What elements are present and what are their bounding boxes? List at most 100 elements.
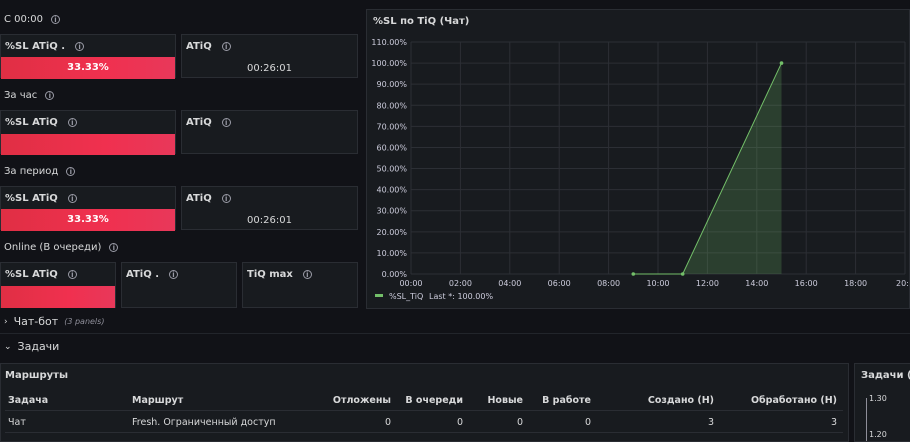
panel-title: %SL ATiQ . xyxy=(5,41,66,52)
tick-label: 1.20 xyxy=(869,430,887,439)
sl-progress-bar: 33.33% xyxy=(1,209,175,231)
col-header-task[interactable]: Задача xyxy=(8,395,48,406)
since-atiq-panel: ATiQ i 00:26:01 xyxy=(181,34,358,78)
chevron-right-icon: › xyxy=(4,316,8,327)
panel-title: %SL ATiQ xyxy=(5,269,58,280)
hour-atiq-panel: ATiQ i xyxy=(181,110,358,154)
data-point xyxy=(779,61,784,65)
section-since-label: С 00:00 xyxy=(4,14,43,25)
x-tick-label: 02:00 xyxy=(449,279,472,288)
cell-in-work: 0 xyxy=(584,417,591,428)
col-header-new[interactable]: Новые xyxy=(465,395,523,406)
y-tick-label: 60.00% xyxy=(376,143,407,152)
info-icon[interactable]: i xyxy=(67,270,77,279)
sl-progress-bar xyxy=(1,286,115,308)
sl-value: 33.33% xyxy=(67,214,109,225)
y-tick-label: 80.00% xyxy=(376,101,407,110)
y-tick-label: 70.00% xyxy=(376,122,407,131)
panel-title: %SL ATiQ xyxy=(5,117,58,128)
sl-tiq-chart[interactable]: 0.00% 10.00% 20.00% 30.00% 40.00% 50.00% 60.00… xyxy=(367,10,909,308)
x-tick-label: 12:00 xyxy=(696,279,719,288)
info-icon[interactable]: i xyxy=(302,270,312,279)
divider xyxy=(0,333,910,334)
info-icon[interactable]: i xyxy=(67,194,77,203)
tick-label: 1.30 xyxy=(869,394,887,403)
x-tick-label: 00:00 xyxy=(399,279,422,288)
x-tick-label: 08:00 xyxy=(597,279,620,288)
y-tick-label: 0.00% xyxy=(382,270,408,279)
since-sl-panel: %SL ATiQ . i 33.33% xyxy=(0,34,176,79)
x-tick-label: 16:00 xyxy=(795,279,818,288)
legend-last-value: Last *: 100.00% xyxy=(429,292,493,301)
routes-title: Маршруты xyxy=(5,370,68,381)
panel-title: ATiQ xyxy=(186,41,212,52)
panel-title: ATiQ xyxy=(186,193,212,204)
cell-queue: 0 xyxy=(456,417,463,428)
x-tick-label: 04:00 xyxy=(498,279,521,288)
info-icon[interactable]: i xyxy=(221,194,231,203)
info-icon[interactable]: i xyxy=(221,118,231,127)
table-row-divider xyxy=(5,432,843,433)
tasks-chat-panel: Задачи (Ча 1.30 1.20 xyxy=(854,363,910,442)
y-tick-label: 100.00% xyxy=(371,59,407,68)
y-tick-label: 110.00% xyxy=(371,38,407,47)
y-tick-label: 30.00% xyxy=(376,207,407,216)
x-tick-label: 18:00 xyxy=(844,279,867,288)
chevron-down-icon: ⌄ xyxy=(4,341,12,352)
cell-processed: 3 xyxy=(830,417,837,428)
panel-title: TiQ max xyxy=(247,269,293,280)
info-icon[interactable]: i xyxy=(50,15,60,24)
row-tasks[interactable]: ⌄ Задачи xyxy=(4,340,59,353)
info-icon[interactable]: i xyxy=(169,270,178,279)
online-atiq-panel: ATiQ . i xyxy=(121,262,237,308)
y-tick-label: 20.00% xyxy=(376,228,407,237)
col-header-route[interactable]: Маршрут xyxy=(132,395,183,406)
panel-title: %SL ATiQ xyxy=(5,193,58,204)
col-header-processed[interactable]: Обработано (Н) xyxy=(716,395,837,406)
online-sl-panel: %SL ATiQ i xyxy=(0,262,116,308)
x-tick-label: 06:00 xyxy=(548,279,571,288)
y-tick-label: 10.00% xyxy=(376,249,407,258)
info-icon[interactable]: i xyxy=(45,91,55,100)
info-icon[interactable]: i xyxy=(109,243,119,252)
col-header-postponed[interactable]: Отложены xyxy=(311,395,391,406)
cell-postponed: 0 xyxy=(384,417,391,428)
row-chatbot-label: Чат-бот xyxy=(13,315,59,328)
info-icon[interactable]: i xyxy=(75,42,85,51)
section-period-label: За период xyxy=(4,166,59,177)
axis-line xyxy=(866,398,867,441)
info-icon[interactable]: i xyxy=(67,118,77,127)
sl-tiq-chart-panel: %SL по TiQ (Чат) 0.00% 10.00% 20.00% 30.00%… xyxy=(366,9,910,309)
row-tasks-label: Задачи xyxy=(17,340,60,353)
atiq-value: 00:26:01 xyxy=(247,63,292,74)
section-hour: За час i xyxy=(4,90,55,101)
y-tick-label: 90.00% xyxy=(376,80,407,89)
legend-swatch xyxy=(375,294,383,297)
row-chatbot[interactable]: › Чат-бот (3 panels) xyxy=(4,315,104,328)
section-hour-label: За час xyxy=(4,90,38,101)
data-point xyxy=(631,272,636,276)
table-header-divider xyxy=(5,410,843,411)
row-chatbot-count: (3 panels) xyxy=(64,317,105,326)
cell-task: Чат xyxy=(8,417,26,428)
routes-table-panel: Маршруты Задача Маршрут Отложены В очере… xyxy=(0,363,849,442)
atiq-value: 00:26:01 xyxy=(247,215,292,226)
y-tick-label: 50.00% xyxy=(376,165,407,174)
col-header-in-work[interactable]: В работе xyxy=(525,395,591,406)
col-header-queue[interactable]: В очереди xyxy=(393,395,463,406)
col-header-created[interactable]: Создано (Н) xyxy=(593,395,714,406)
period-sl-panel: %SL ATiQ i 33.33% xyxy=(0,186,176,231)
panel-title: ATiQ . xyxy=(126,269,159,280)
section-online-label: Online (В очереди) xyxy=(4,242,102,253)
x-tick-label: 20:0 xyxy=(896,279,909,288)
y-tick-label: 40.00% xyxy=(376,186,407,195)
x-tick-label: 10:00 xyxy=(646,279,669,288)
data-point xyxy=(680,272,685,276)
legend-series-name: %SL_TiQ xyxy=(389,292,423,301)
info-icon[interactable]: i xyxy=(221,42,231,51)
section-online: Online (В очереди) i xyxy=(4,242,119,253)
sl-progress-bar xyxy=(1,134,175,155)
section-since-midnight: С 00:00 i xyxy=(4,14,60,25)
hour-sl-panel: %SL ATiQ i xyxy=(0,110,176,155)
info-icon[interactable]: i xyxy=(66,167,76,176)
